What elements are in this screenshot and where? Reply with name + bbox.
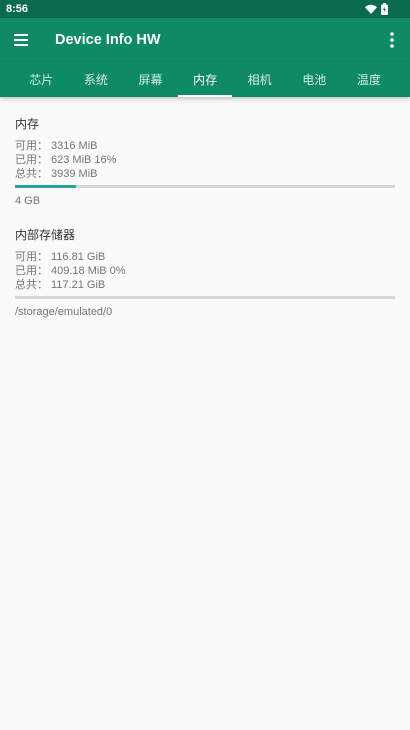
- tab-chip[interactable]: 芯片: [14, 62, 69, 97]
- row-label: 总共：: [15, 168, 48, 180]
- tab-memory[interactable]: 内存: [177, 62, 233, 97]
- tab-system[interactable]: 系统: [69, 62, 124, 97]
- status-icons: [365, 3, 388, 15]
- row-value: 116.81 GiB: [51, 251, 106, 263]
- row-percent: 0%: [109, 265, 126, 277]
- row-label: 总共：: [15, 279, 48, 291]
- more-vert-icon: [390, 32, 394, 48]
- overflow-menu-button[interactable]: [382, 28, 402, 52]
- app-title: Device Info HW: [55, 32, 161, 48]
- info-row-used: 已用： 409.18 MiB 0%: [15, 264, 395, 278]
- section-title: 内存: [15, 117, 40, 131]
- status-time: 8:56: [6, 3, 29, 15]
- row-value: 3316 MiB: [51, 140, 98, 152]
- storage-progress-bar: [15, 296, 395, 299]
- section-title: 内部存储器: [15, 228, 76, 242]
- tab-display[interactable]: 屏幕: [123, 62, 178, 97]
- tab-strip: 芯片 系统 屏幕 内存 相机 电池 温度: [14, 62, 396, 97]
- app-bar: Device Info HW: [0, 18, 410, 62]
- row-value: 117.21 GiB: [51, 279, 106, 291]
- wifi-icon: [365, 4, 377, 14]
- row-value: 623 MiB: [51, 154, 92, 166]
- info-row-used: 已用： 623 MiB 16%: [15, 153, 395, 167]
- tab-temperature[interactable]: 温度: [342, 62, 397, 97]
- info-row-total: 总共： 3939 MiB: [15, 167, 395, 181]
- info-row-total: 总共： 117.21 GiB: [15, 278, 395, 292]
- memory-progress-bar: [15, 185, 395, 188]
- row-label: 可用：: [15, 251, 48, 263]
- tab-bar: 芯片 系统 屏幕 内存 相机 电池 温度: [0, 62, 410, 97]
- tab-battery[interactable]: 电池: [287, 62, 342, 97]
- tab-camera[interactable]: 相机: [232, 62, 287, 97]
- row-value: 409.18 MiB: [51, 265, 107, 277]
- row-label: 可用：: [15, 140, 48, 152]
- section-footer: 4 GB: [15, 195, 41, 207]
- row-value: 3939 MiB: [51, 168, 98, 180]
- info-rows: 可用： 116.81 GiB 已用： 409.18 MiB 0% 总共： 117.21 …: [15, 250, 395, 292]
- row-percent: 16%: [94, 154, 117, 166]
- status-bar: 8:56: [0, 0, 410, 18]
- memory-progress-fill: [15, 185, 76, 188]
- row-label: 已用：: [15, 265, 48, 277]
- battery-icon: [381, 3, 388, 15]
- memory-section: 内存 可用： 3316 MiB 已用： 623 MiB 16% 总共： 3939 MiB…: [0, 116, 410, 208]
- storage-section: 内部存储器 可用： 116.81 GiB 已用： 409.18 MiB 0% 总共： 1…: [0, 227, 410, 319]
- storage-path: /storage/emulated/0: [15, 306, 113, 318]
- info-row-available: 可用： 3316 MiB: [15, 139, 395, 153]
- info-row-available: 可用： 116.81 GiB: [15, 250, 395, 264]
- hamburger-menu-icon: [14, 34, 28, 46]
- content-area: 内存 可用： 3316 MiB 已用： 623 MiB 16% 总共： 3939 MiB…: [0, 97, 410, 730]
- menu-button[interactable]: [9, 28, 33, 52]
- info-rows: 可用： 3316 MiB 已用： 623 MiB 16% 总共： 3939 MiB: [15, 139, 395, 181]
- row-label: 已用：: [15, 154, 48, 166]
